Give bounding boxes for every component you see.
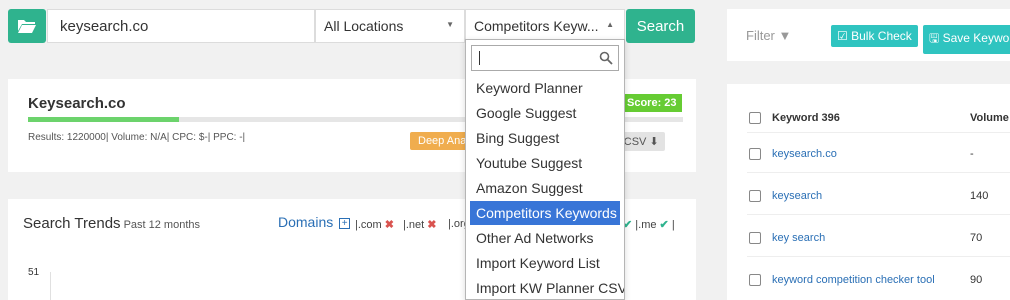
location-select[interactable]: All Locations ▼ [315,9,465,43]
source-select[interactable]: Competitors Keyw... ▲ [465,9,625,43]
dropdown-item-import-keyword-list[interactable]: Import Keyword List [470,251,620,275]
dropdown-item-other-ad-networks[interactable]: Other Ad Networks [470,226,620,250]
bulk-check-button[interactable]: ☑ Bulk Check [831,25,918,47]
source-dropdown-menu: Keyword Planner Google Suggest Bing Sugg… [465,39,625,300]
table-divider [747,172,1010,173]
plus-square-icon: + [339,217,351,229]
table-row-keyword-link[interactable]: keysearch [772,190,822,202]
keyword-list-toolbar: Filter ▼ ☑ Bulk Check 🖫 Save Keywor [727,9,1010,61]
dropdown-item-bing-suggest[interactable]: Bing Suggest [470,126,620,150]
search-icon [599,51,613,65]
tld-end: | [671,219,675,231]
tld-com: |.com ✖ [355,218,394,231]
table-row-volume: 90 [970,274,983,286]
table-divider [747,256,1010,257]
table-row-volume: 140 [970,190,989,202]
save-keywords-label: Save Keywor [942,31,1010,45]
keyword-metrics: Results: 1220000| Volume: N/A| CPC: $-| … [28,132,246,143]
table-divider [747,214,1010,215]
tld-me: ✔ |.me ✔ | [623,218,675,231]
row-checkbox[interactable] [749,232,761,244]
location-select-value: All Locations [324,18,404,34]
table-row-keyword-link[interactable]: keyword competition checker tool [772,274,935,286]
row-checkbox[interactable] [749,190,761,202]
text-caret [479,51,480,65]
row-checkbox[interactable] [749,274,761,286]
domain-search-input[interactable] [47,9,315,43]
trends-subtitle: Past 12 months [123,219,200,231]
available-icon: ✔ [659,219,669,231]
folder-icon [18,20,36,33]
domains-label: Domains [278,214,334,230]
trends-title-text: Search Trends [23,215,121,232]
dropdown-item-import-kw-planner-csv[interactable]: Import KW Planner CSV [470,276,624,299]
trends-title: Search Trends Past 12 months [23,215,200,232]
search-button[interactable]: Search [626,9,695,43]
chart-axis [50,272,51,300]
download-icon: ⬇ [649,136,659,148]
dropdown-search-input[interactable] [471,45,619,71]
score-progress-fill [28,117,179,122]
table-divider [747,132,1010,133]
table-row-keyword-link[interactable]: keysearch.co [772,148,837,160]
source-select-value: Competitors Keyw... [474,18,599,34]
column-header-volume[interactable]: Volume [970,112,1009,124]
floppy-disk-icon: 🖫 [929,31,940,45]
keyword-table: Keyword 396 Volume keysearch.co - keysea… [727,84,1010,300]
dropdown-arrow-up-icon: ▲ [606,20,614,29]
table-row-volume: - [970,148,974,160]
table-row-keyword-link[interactable]: key search [772,232,825,244]
dropdown-item-youtube-suggest[interactable]: Youtube Suggest [470,151,620,175]
dropdown-item-amazon-suggest[interactable]: Amazon Suggest [470,176,620,200]
tld-net: |.net ✖ [403,218,437,231]
domains-toggle[interactable]: Domains + [278,214,351,230]
chart-y-tick: 51 [28,267,40,278]
select-all-checkbox[interactable] [749,112,761,124]
tld-net-label: |.net [403,219,425,231]
tld-me-label: |.me [635,219,657,231]
dropdown-item-keyword-planner[interactable]: Keyword Planner [470,76,620,100]
dropdown-item-google-suggest[interactable]: Google Suggest [470,101,620,125]
bulk-check-label: Bulk Check [851,29,912,43]
dropdown-arrow-icon: ▼ [446,20,454,29]
column-header-keyword[interactable]: Keyword 396 [772,112,840,124]
save-keywords-button[interactable]: 🖫 Save Keywor [923,25,1010,54]
row-checkbox[interactable] [749,148,761,160]
filter-button[interactable]: Filter ▼ [746,28,791,43]
unavailable-icon: ✖ [427,219,437,231]
dropdown-item-competitors-keywords[interactable]: Competitors Keywords [470,201,620,225]
check-square-icon: ☑ [837,29,848,43]
table-row-volume: 70 [970,232,983,244]
funnel-icon: ▼ [778,28,792,43]
open-folder-button[interactable] [8,9,46,43]
tld-com-label: |.com [355,219,382,231]
keyword-title: Keysearch.co [28,95,126,112]
filter-label: Filter [746,28,775,43]
score-badge: Score: 23 [622,94,682,112]
unavailable-icon: ✖ [384,219,394,231]
